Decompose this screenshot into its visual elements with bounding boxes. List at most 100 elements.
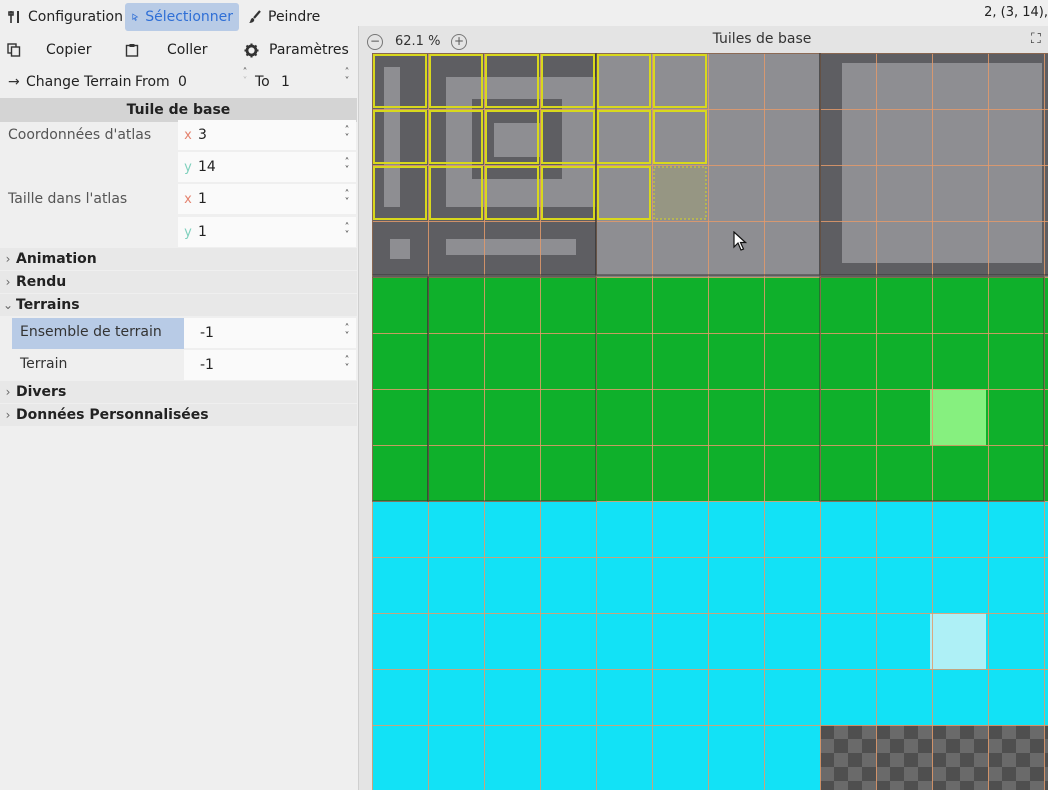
- chevron-right-icon: ›: [5, 408, 11, 422]
- tab-label: Configuration: [28, 9, 123, 25]
- checker-cell: [1030, 739, 1044, 753]
- checker-cell: [876, 739, 890, 753]
- clipboard-toolbar: Copier Coller Paramètres: [0, 34, 357, 66]
- checker-cell: [988, 753, 1002, 767]
- checker-cell: [1016, 781, 1030, 790]
- group-animation[interactable]: › Animation: [0, 248, 357, 270]
- checker-cell: [820, 753, 834, 767]
- from-spinner[interactable]: ˄ ˅: [240, 68, 250, 87]
- atlas-size-y-field[interactable]: y 1 ˄ ˅: [178, 217, 356, 247]
- group-label: Rendu: [16, 274, 67, 290]
- terrain-label-cell: Terrain: [12, 350, 184, 381]
- change-terrain-label: Change Terrain: [26, 74, 132, 90]
- checker-cell: [834, 753, 848, 767]
- grid-line: [372, 725, 1048, 726]
- checker-cell: [946, 767, 960, 781]
- tab-peindre[interactable]: Peindre: [242, 3, 326, 31]
- terrain-set-field[interactable]: -1 ˄ ˅: [184, 318, 356, 348]
- section-title: Tuile de base: [0, 98, 357, 122]
- checker-cell: [1002, 725, 1016, 739]
- group-divers[interactable]: › Divers: [0, 381, 357, 403]
- copy-button[interactable]: Copier: [7, 34, 92, 66]
- arrow-right-icon: →: [8, 74, 20, 90]
- grass-highlight-tile: [930, 389, 986, 445]
- tile-atlas-canvas[interactable]: [372, 53, 1048, 790]
- group-rendu[interactable]: › Rendu: [0, 271, 357, 293]
- x-axis-label: x: [184, 191, 192, 207]
- to-spinner[interactable]: ˄ ˅: [342, 68, 352, 87]
- atlas-viewport[interactable]: [372, 53, 1048, 790]
- checker-cell: [862, 781, 876, 790]
- checker-cell: [988, 767, 1002, 781]
- grid-line: [372, 389, 1048, 390]
- cursor-icon: [132, 13, 139, 21]
- stone-pillar: [384, 67, 400, 207]
- field-value: 1: [198, 224, 207, 240]
- atlas-coords-label: Coordonnées d'atlas: [8, 127, 152, 143]
- tile-atlas-panel: − 62.1 % + Tuiles de base ⛶: [358, 26, 1048, 790]
- atlas-size-x-field[interactable]: x 1 ˄ ˅: [178, 184, 356, 214]
- terrain-set-label: Ensemble de terrain: [20, 324, 162, 340]
- atlas-coord-y-field[interactable]: y 14 ˄ ˅: [178, 152, 356, 182]
- stone-core: [494, 123, 540, 157]
- checker-cell: [904, 739, 918, 753]
- checker-cell: [876, 753, 890, 767]
- checker-cell: [890, 781, 904, 790]
- checker-cell: [890, 739, 904, 753]
- grid-line: [372, 221, 1048, 222]
- paste-button[interactable]: Coller: [125, 34, 208, 66]
- spinner-icon[interactable]: ˄ ˅: [338, 126, 356, 144]
- wrench-screwdriver-icon: [8, 11, 19, 23]
- spinner-icon[interactable]: ˄ ˅: [338, 190, 356, 208]
- clipboard-icon: [125, 44, 139, 57]
- grid-line: [372, 109, 1048, 110]
- spinner-icon[interactable]: ˄ ˅: [338, 324, 356, 342]
- brush-icon: [249, 10, 261, 23]
- checker-cell: [862, 739, 876, 753]
- checker-cell: [932, 725, 946, 739]
- checker-cell: [1002, 767, 1016, 781]
- field-value: -1: [200, 325, 214, 341]
- change-terrain-row: → Change Terrain From 0 ˄ ˅ To 1 ˄ ˅: [0, 67, 357, 97]
- group-label: Animation: [16, 251, 97, 267]
- grid-line: [764, 53, 765, 790]
- atlas-title: Tuiles de base: [712, 31, 812, 47]
- checker-cell: [862, 753, 876, 767]
- group-terrains[interactable]: ⌄ Terrains: [0, 294, 357, 316]
- to-field[interactable]: 1: [281, 74, 290, 90]
- checker-cell: [834, 767, 848, 781]
- stone-bar: [446, 239, 576, 255]
- center-view-icon[interactable]: ⛶: [1031, 31, 1041, 47]
- checker-cell: [1002, 753, 1016, 767]
- checker-cell: [946, 753, 960, 767]
- tab-selectionner[interactable]: Sélectionner: [125, 3, 239, 31]
- y-axis-label: y: [184, 224, 192, 240]
- from-field[interactable]: 0: [178, 74, 187, 90]
- checker-cell: [1002, 781, 1016, 790]
- terrain-label: Terrain: [20, 356, 68, 372]
- grid-line: [372, 165, 1048, 166]
- checker-cell: [974, 767, 988, 781]
- grid-line: [372, 333, 1048, 334]
- checker-cell: [946, 739, 960, 753]
- checker-cell: [820, 725, 834, 739]
- checker-cell: [988, 781, 1002, 790]
- tab-label: Sélectionner: [145, 9, 233, 25]
- settings-button[interactable]: Paramètres: [244, 34, 349, 66]
- checker-cell: [932, 767, 946, 781]
- terrain-field[interactable]: -1 ˄ ˅: [184, 350, 356, 380]
- checker-cell: [834, 781, 848, 790]
- spinner-icon[interactable]: ˄ ˅: [338, 223, 356, 241]
- grid-line: [484, 53, 485, 790]
- checker-cell: [988, 725, 1002, 739]
- checker-cell: [960, 753, 974, 767]
- spinner-icon[interactable]: ˄ ˅: [338, 356, 356, 374]
- checker-cell: [890, 767, 904, 781]
- atlas-size-label: Taille dans l'atlas: [8, 191, 128, 207]
- atlas-coord-x-field[interactable]: x 3 ˄ ˅: [178, 120, 356, 150]
- checker-cell: [974, 725, 988, 739]
- tab-configuration[interactable]: Configuration: [2, 3, 129, 31]
- spinner-icon[interactable]: ˄ ˅: [338, 158, 356, 176]
- grid-line: [372, 557, 1048, 558]
- group-donnees-personnalisees[interactable]: › Données Personnalisées: [0, 404, 357, 426]
